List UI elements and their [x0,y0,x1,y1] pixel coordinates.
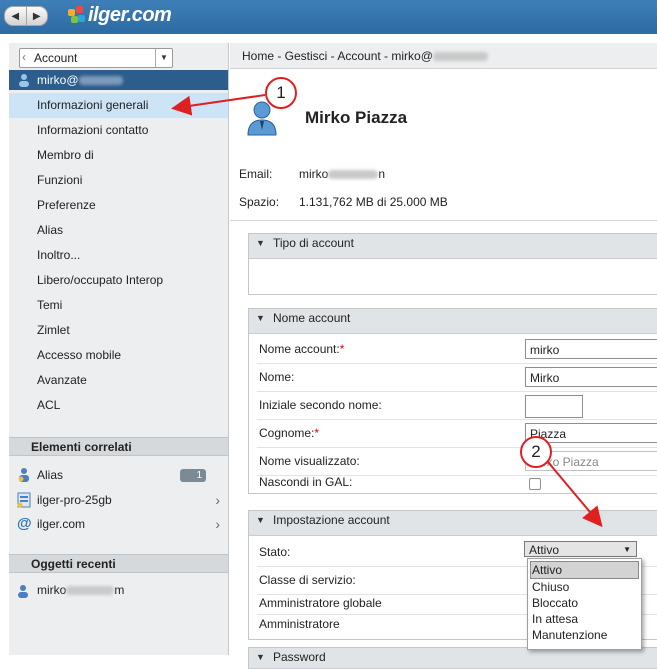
account-selector[interactable]: ‹ Account ▼ [19,48,173,68]
panel-nome-account: ▼ Nome account Nome account:* mirko Nome:… [248,308,657,494]
stato-dropdown: Attivo Chiuso Bloccato In attesa Manuten… [527,558,642,650]
nav-item-libero-occupato[interactable]: Libero/occupato Interop [9,268,228,293]
field-nome-visualizzato: Nome visualizzato: Mirko Piazza [257,447,657,476]
account-selector-label: Account [34,51,78,65]
field-label: Classe di servizio: [259,573,356,587]
panel-header[interactable]: ▼ Impostazione account [249,511,657,536]
related-item-label: ilger-pro-25gb [37,493,112,507]
related-item-cos[interactable]: ilger-pro-25gb › [9,488,228,512]
nav-item-informazioni-generali[interactable]: Informazioni generali [9,93,228,118]
back-arrow-icon[interactable]: ◀ [5,7,27,25]
brand-logo: ilger.com [68,2,172,28]
recent-items-header: Oggetti recenti [9,554,228,573]
nav-item-preferenze[interactable]: Preferenze [9,193,228,218]
current-account-name: mirko@ [37,73,123,87]
left-navigation-pane: ‹ Account ▼ mirko@ Informazioni generali… [9,43,229,655]
related-items-header: Elementi correlati [9,437,228,456]
history-nav: ◀ ▶ [4,6,48,26]
field-label: Cognome: [259,426,315,440]
user-icon [17,582,29,606]
field-label: Iniziale secondo nome: [259,398,382,412]
nome-input[interactable]: Mirko [525,367,657,387]
email-row: Email: mirko n [239,167,385,181]
logo-text: ilger.com [88,3,172,26]
field-nome: Nome: Mirko [257,363,657,392]
nascondi-gal-checkbox[interactable] [529,478,541,490]
logo-puzzle-icon [68,6,86,24]
field-label: Stato: [259,545,291,559]
panel-password: ▼ Password [248,647,657,669]
user-icon [18,73,30,90]
chevron-right-icon: › [215,516,220,532]
callout-1: 1 [265,77,297,109]
panel-header[interactable]: ▼ Password [249,648,657,669]
nav-item-temi[interactable]: Temi [9,293,228,318]
collapse-triangle-icon: ▼ [256,652,265,662]
panel-header[interactable]: ▼ Nome account [249,309,657,334]
current-account-row[interactable]: mirko@ [9,70,228,90]
chevron-down-icon: ▼ [623,545,631,554]
option-in-attesa[interactable]: In attesa [528,611,641,627]
nav-item-alias[interactable]: Alias [9,218,228,243]
option-manutenzione[interactable]: Manutenzione [528,627,641,643]
related-item-domain[interactable]: @ ilger.com › [9,512,228,536]
recent-item-label: mirko m [37,583,125,597]
nav-item-accesso-mobile[interactable]: Accesso mobile [9,343,228,368]
collapse-triangle-icon: ▼ [256,313,265,323]
divider [230,220,657,221]
forward-arrow-icon[interactable]: ▶ [27,7,48,25]
count-badge: 1 [180,469,206,482]
collapse-triangle-icon: ▼ [256,515,265,525]
panel-header[interactable]: ▼ Tipo di account [249,234,657,259]
nav-item-avanzate[interactable]: Avanzate [9,368,228,393]
option-attivo[interactable]: Attivo [530,561,639,579]
option-bloccato[interactable]: Bloccato [528,595,641,611]
account-full-name: Mirko Piazza [305,108,408,127]
field-label: Amministratore globale [259,596,382,610]
recent-item[interactable]: mirko m [9,578,228,602]
email-value: mirko n [299,167,386,181]
chevron-down-icon[interactable]: ▼ [155,49,172,67]
chevron-right-icon: › [215,492,220,508]
nav-item-acl[interactable]: ACL [9,393,228,418]
breadcrumb: Home - Gestisci - Account - mirko@ [230,43,657,69]
nav-item-inoltro[interactable]: Inoltro... [9,243,228,268]
nav-item-informazioni-contatto[interactable]: Informazioni contatto [9,118,228,143]
field-label: Nascondi in GAL: [259,475,353,489]
related-item-label: Alias [37,468,64,482]
account-sections-list: Informazioni generali Informazioni conta… [9,93,228,418]
callout-2: 2 [520,436,552,468]
breadcrumb-back-icon: ‹ [22,50,26,64]
field-iniziale: Iniziale secondo nome: [257,391,657,420]
option-chiuso[interactable]: Chiuso [528,579,641,595]
panel-tipo-account: ▼ Tipo di account [248,233,657,295]
space-value: 1.131,762 MB di 25.000 MB [299,195,448,209]
stato-select[interactable]: Attivo ▼ [524,541,637,557]
related-item-label: ilger.com [37,517,86,531]
email-label: Email: [239,167,273,181]
space-label: Spazio: [239,195,280,209]
domain-at-icon: @ [17,515,32,532]
nav-item-zimlet[interactable]: Zimlet [9,318,228,343]
field-cognome: Cognome:* Piazza [257,419,657,448]
nav-item-membro-di[interactable]: Membro di [9,143,228,168]
field-label: Nome visualizzato: [259,454,360,468]
field-label: Amministratore [259,617,340,631]
space-row: Spazio: 1.131,762 MB di 25.000 MB [239,195,448,209]
field-nascondi-gal: Nascondi in GAL: [257,473,657,493]
field-label: Nome account: [259,342,340,356]
top-bar: ◀ ▶ ilger.com [0,0,657,34]
iniziale-input[interactable] [525,395,583,418]
nome-account-input[interactable]: mirko [525,339,657,359]
field-nome-account: Nome account:* mirko [257,335,657,364]
collapse-triangle-icon: ▼ [256,238,265,248]
related-item-alias[interactable]: Alias 1 [9,463,228,487]
field-label: Nome: [259,370,295,384]
nav-item-funzioni[interactable]: Funzioni [9,168,228,193]
